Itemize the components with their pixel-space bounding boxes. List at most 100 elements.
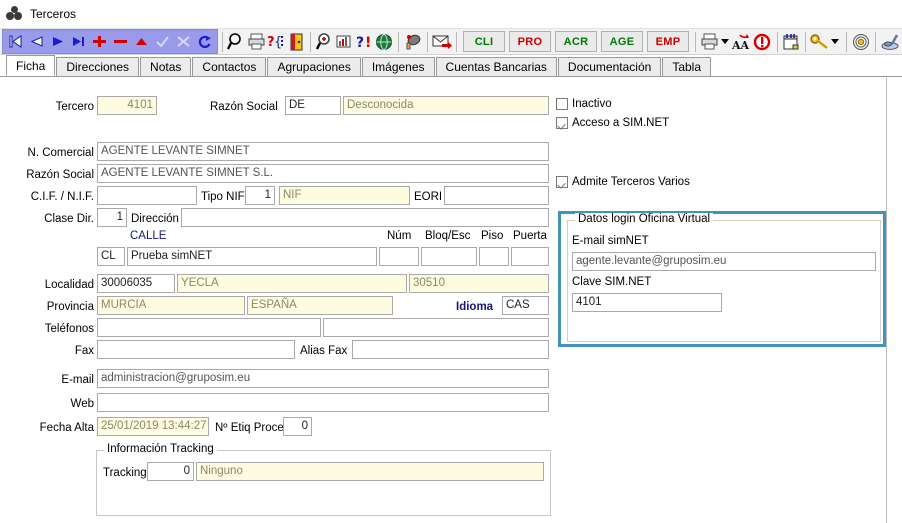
email-simnet-input[interactable]: agente.levante@gruposim.eu xyxy=(572,252,876,271)
query-icon[interactable]: ?{ xyxy=(267,31,287,52)
tab-tabla[interactable]: Tabla xyxy=(662,57,711,76)
window-title-bar: Terceros xyxy=(0,0,902,28)
module-button-emp[interactable]: EMP xyxy=(647,31,689,52)
codigo-postal-input[interactable]: 30510 xyxy=(409,274,549,293)
email-simnet-label: E-mail simNET xyxy=(572,235,649,247)
localidad-label: Localidad xyxy=(44,279,94,291)
refresh-icon[interactable] xyxy=(194,31,215,52)
alert-clock-icon[interactable] xyxy=(753,31,773,52)
web-input[interactable] xyxy=(97,393,549,412)
first-record-icon[interactable] xyxy=(5,31,26,52)
toolbar-separator xyxy=(805,31,807,52)
font-icon[interactable]: AA xyxy=(732,31,753,52)
checkbox-inactivo[interactable]: Inactivo xyxy=(556,98,612,110)
chart-icon[interactable] xyxy=(335,31,355,52)
direccion-input[interactable] xyxy=(181,208,549,227)
search-icon[interactable] xyxy=(227,31,247,52)
toolbar-separator xyxy=(398,31,400,52)
razon-social-label: Razón Social xyxy=(26,169,94,181)
checkbox-acceso-simnet[interactable]: Acceso a SIM.NET xyxy=(556,117,669,129)
localidad-name-input[interactable]: YECLA xyxy=(177,274,407,293)
print-preview-icon[interactable] xyxy=(700,31,720,52)
razon-social-input[interactable]: AGENTE LEVANTE SIMNET S.L. xyxy=(97,164,549,183)
zoom-in-icon[interactable] xyxy=(315,31,335,52)
provincia-input[interactable]: MURCIA xyxy=(97,296,245,315)
checkbox-admite-terceros-varios[interactable]: Admite Terceros Varios xyxy=(556,176,690,188)
email-input[interactable]: administracion@gruposim.eu xyxy=(97,369,549,388)
delete-record-icon[interactable] xyxy=(110,31,131,52)
edit-record-icon[interactable] xyxy=(131,31,152,52)
mail-send-icon[interactable] xyxy=(432,31,453,52)
eori-input[interactable] xyxy=(444,186,549,205)
clave-simnet-input[interactable]: 4101 xyxy=(572,293,722,312)
tab-notas[interactable]: Notas xyxy=(140,57,192,76)
idioma-label: Idioma xyxy=(456,301,494,313)
tracking-code-input[interactable]: 0 xyxy=(147,462,194,481)
cancel-icon[interactable] xyxy=(173,31,194,52)
next-record-icon[interactable] xyxy=(47,31,68,52)
key-dropdown-caret-icon[interactable] xyxy=(831,39,840,44)
fecha-alta-input[interactable]: 25/01/2019 13:44:27 xyxy=(97,417,209,436)
cif-label: C.I.F. / N.I.F. xyxy=(30,191,94,203)
module-button-cli[interactable]: CLI xyxy=(463,31,505,52)
key-icon[interactable] xyxy=(810,31,830,52)
add-record-icon[interactable] xyxy=(89,31,110,52)
previous-record-icon[interactable] xyxy=(26,31,47,52)
bloq-esc-input[interactable] xyxy=(421,247,477,266)
puerta-header: Puerta xyxy=(513,230,547,242)
confirm-icon[interactable] xyxy=(152,31,173,52)
tab-contactos[interactable]: Contactos xyxy=(192,57,267,76)
globe-icon[interactable] xyxy=(375,31,395,52)
razon-social-top-label: Razón Social xyxy=(210,101,278,113)
last-record-icon[interactable] xyxy=(68,31,89,52)
etiq-proce-input[interactable]: 0 xyxy=(283,417,312,436)
target-icon[interactable] xyxy=(851,31,871,52)
help-icon[interactable]: ?! xyxy=(355,31,375,52)
via-type-header: CALLE xyxy=(130,230,167,242)
idioma-input[interactable]: CAS xyxy=(502,296,549,315)
tab-ficha[interactable]: Ficha xyxy=(6,55,56,76)
record-navigation-group xyxy=(2,29,218,54)
brush-icon[interactable] xyxy=(880,31,900,52)
tercero-input[interactable]: 4101 xyxy=(97,96,157,115)
razon-social-code-input[interactable]: DE xyxy=(285,96,341,115)
exit-door-icon[interactable] xyxy=(286,31,306,52)
module-button-pro[interactable]: PRO xyxy=(509,31,551,52)
localidad-code-input[interactable]: 30006035 xyxy=(97,274,175,293)
direccion-label: Dirección xyxy=(131,213,179,225)
module-button-age[interactable]: AGE xyxy=(601,31,643,52)
telefono-2-input[interactable] xyxy=(323,318,549,337)
nif-input[interactable]: NIF xyxy=(279,186,410,205)
n-comercial-input[interactable]: AGENTE LEVANTE SIMNET xyxy=(97,142,549,161)
clase-dir-input[interactable]: 1 xyxy=(97,208,127,227)
via-code-input[interactable]: CL xyxy=(97,247,125,266)
module-button-acr[interactable]: ACR xyxy=(555,31,597,52)
print-dropdown-caret-icon[interactable] xyxy=(720,39,729,44)
telefono-1-input[interactable] xyxy=(97,318,321,337)
tracking-group: Información Tracking Tracking 0 Ninguno xyxy=(96,443,551,516)
razon-social-desc-input[interactable]: Desconocida xyxy=(343,96,549,115)
tab-agrupaciones[interactable]: Agrupaciones xyxy=(267,57,361,76)
fax-input[interactable] xyxy=(97,340,295,359)
telefonos-label: Teléfonos xyxy=(44,323,94,335)
fecha-alta-label: Fecha Alta xyxy=(39,422,94,434)
tracking-name-input[interactable]: Ninguno xyxy=(196,462,544,481)
puerta-input[interactable] xyxy=(511,247,549,266)
phone-icon[interactable] xyxy=(403,31,423,52)
pais-input[interactable]: ESPAÑA xyxy=(247,296,393,315)
notebook-icon[interactable] xyxy=(782,31,802,52)
tab-imagenes[interactable]: Imágenes xyxy=(361,57,435,76)
piso-header: Piso xyxy=(481,230,504,242)
tab-cuentas-bancarias[interactable]: Cuentas Bancarias xyxy=(435,57,557,76)
piso-input[interactable] xyxy=(479,247,509,266)
tipo-nif-input[interactable]: 1 xyxy=(245,186,275,205)
tab-documentacion[interactable]: Documentación xyxy=(557,57,662,76)
checkbox-box xyxy=(556,117,568,129)
alias-fax-input[interactable] xyxy=(352,340,549,359)
num-input[interactable] xyxy=(379,247,419,266)
via-name-input[interactable]: Prueba simNET xyxy=(127,247,377,266)
cif-input[interactable] xyxy=(97,186,197,205)
tab-direcciones[interactable]: Direcciones xyxy=(56,57,140,76)
print-icon[interactable] xyxy=(247,31,267,52)
tipo-nif-label: Tipo NIF: xyxy=(201,191,248,203)
